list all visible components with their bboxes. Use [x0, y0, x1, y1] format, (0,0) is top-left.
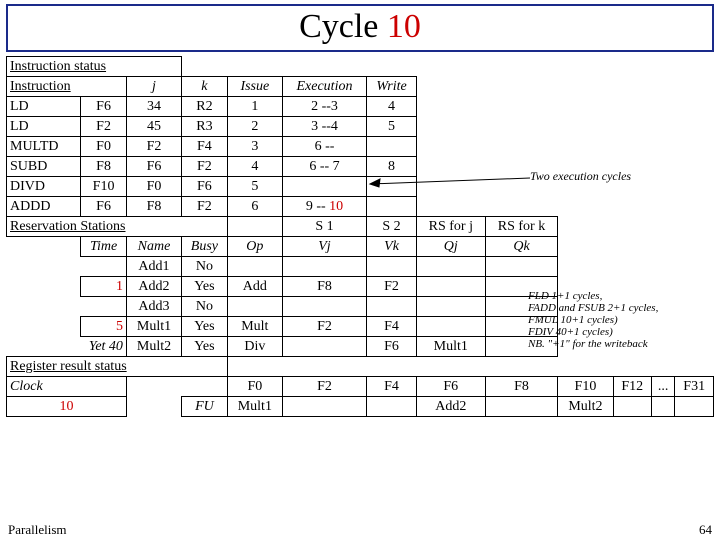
rs-header-row: Reservation Stations S 1 S 2 RS for j RS… — [7, 217, 714, 237]
write: 4 — [367, 97, 417, 117]
j-header: j — [126, 77, 181, 97]
write-header: Write — [367, 77, 417, 97]
vk-header: Vk — [367, 237, 417, 257]
name-header: Name — [126, 237, 181, 257]
qj-header: Qj — [416, 237, 485, 257]
src-j: 34 — [126, 97, 181, 117]
instr-row: LD F6 34 R2 1 2 --3 4 — [7, 97, 714, 117]
reg-fu-row: 10 FU Mult1 Add2 Mult2 — [7, 397, 714, 417]
scoreboard-table: Instruction status Instruction j k Issue… — [6, 56, 714, 417]
reg-label: F0 — [227, 377, 282, 397]
src-k: R2 — [182, 97, 228, 117]
instr-row: LD F2 45 R3 2 3 --4 5 — [7, 117, 714, 137]
busy-header: Busy — [182, 237, 228, 257]
issue-header: Issue — [227, 77, 282, 97]
rsk-header: RS for k — [485, 217, 558, 237]
instr-row: ADDD F6 F8 F2 6 9 -- 10 — [7, 197, 714, 217]
issue: 1 — [227, 97, 282, 117]
reg-status-row: Register result status — [7, 357, 714, 377]
instr-status-header: Instruction status — [7, 57, 182, 77]
fu-val: Mult1 — [227, 397, 282, 417]
title-box: Cycle 10 — [6, 4, 714, 52]
reg-labels-row: Clock F0 F2 F4 F6 F8 F10 F12 ... F31 — [7, 377, 714, 397]
k-header: k — [182, 77, 228, 97]
arrow-icon — [360, 170, 540, 190]
qk-header: Qk — [485, 237, 558, 257]
clock-header: Clock — [7, 377, 127, 397]
rsj-header: RS for j — [416, 217, 485, 237]
exec-addd: 9 -- 10 — [282, 197, 366, 217]
reservation-header: Reservation Stations — [7, 217, 228, 237]
latency-annot: FLD 1+1 cycles, FADD and FSUB 2+1 cycles… — [528, 290, 708, 350]
vj-header: Vj — [282, 237, 366, 257]
rs-colheader-row: Time Name Busy Op Vj Vk Qj Qk — [7, 237, 714, 257]
s1-header: S 1 — [282, 217, 366, 237]
reg-status-header: Register result status — [7, 357, 228, 377]
instr-row: MULTD F0 F2 F4 3 6 -- — [7, 137, 714, 157]
exec: 2 --3 — [282, 97, 366, 117]
execution-header: Execution — [282, 77, 366, 97]
s2-header: S 2 — [367, 217, 417, 237]
rs-row: Add1 No — [7, 257, 714, 277]
instruction-header: Instruction — [7, 77, 127, 97]
footer-right: 64 — [699, 522, 712, 538]
title-number: 10 — [387, 8, 421, 45]
content-area: Instruction status Instruction j k Issue… — [0, 54, 720, 417]
op-header: Op — [227, 237, 282, 257]
two-exec-annot: Two execution cycles — [530, 170, 631, 183]
title-main: Cycle — [299, 8, 387, 45]
instr-header-row: Instruction j k Issue Execution Write — [7, 77, 714, 97]
footer-left: Parallelism — [8, 522, 67, 538]
fu-header: FU — [182, 397, 228, 417]
instr-status-row: Instruction status — [7, 57, 714, 77]
dest: F6 — [81, 97, 127, 117]
clock-value: 10 — [7, 397, 127, 417]
op: LD — [7, 97, 81, 117]
